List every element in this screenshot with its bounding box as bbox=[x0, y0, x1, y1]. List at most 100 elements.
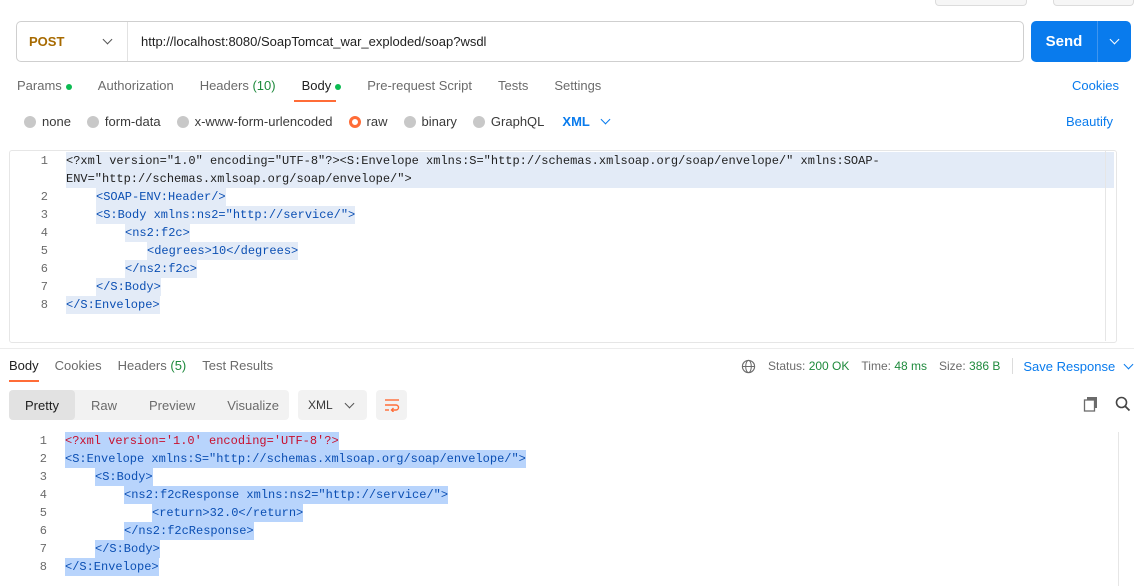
line-number: 8 bbox=[40, 298, 48, 312]
globe-icon[interactable] bbox=[741, 359, 756, 374]
chevron-down-icon bbox=[344, 398, 355, 408]
response-actions bbox=[1083, 396, 1131, 412]
editor-scrollbar[interactable] bbox=[1105, 151, 1116, 341]
code-text: </S:Envelope> bbox=[65, 558, 159, 576]
code-text: <?xml version='1.0' encoding='UTF-8'?> bbox=[65, 432, 339, 450]
search-icon[interactable] bbox=[1115, 396, 1131, 412]
request-tabs: Params Authorization Headers (10) Body P… bbox=[17, 78, 601, 93]
view-tab-raw[interactable]: Raw bbox=[75, 390, 133, 420]
tab-params[interactable]: Params bbox=[17, 78, 72, 93]
response-view-tabs: Pretty Raw Preview Visualize bbox=[9, 390, 289, 420]
body-type-selector: none form-data x-www-form-urlencoded raw… bbox=[24, 114, 611, 129]
radio-none[interactable]: none bbox=[24, 114, 71, 129]
radio-circle bbox=[472, 115, 485, 128]
size-label: Size: bbox=[939, 359, 966, 373]
code-text: <?xml version="1.0" encoding="UTF-8"?><S… bbox=[66, 152, 1114, 188]
code-text: <SOAP-ENV:Header/> bbox=[96, 188, 226, 206]
response-format-select[interactable]: XML bbox=[298, 390, 367, 420]
code-text: <S:Envelope xmlns:S="http://schemas.xmls… bbox=[65, 450, 526, 468]
line-number: 1 bbox=[40, 154, 48, 168]
response-divider[interactable] bbox=[0, 348, 1134, 349]
code-text: </S:Envelope> bbox=[66, 296, 160, 314]
radio-urlencoded-label: x-www-form-urlencoded bbox=[194, 114, 333, 129]
save-response-label: Save Response bbox=[1023, 358, 1116, 374]
cookies-link[interactable]: Cookies bbox=[1072, 78, 1119, 93]
method-label: POST bbox=[29, 34, 65, 49]
response-status-bar: Status: 200 OK Time: 48 ms Size: 386 B S… bbox=[741, 358, 1134, 374]
radio-circle bbox=[24, 115, 36, 128]
radio-binary-label: binary bbox=[421, 114, 457, 129]
tab-body[interactable]: Body bbox=[302, 78, 342, 93]
time-info[interactable]: Time: 48 ms bbox=[861, 359, 927, 373]
radio-none-label: none bbox=[42, 114, 71, 129]
response-tab-cookies[interactable]: Cookies bbox=[55, 358, 102, 373]
line-number: 1 bbox=[39, 434, 47, 448]
radio-circle bbox=[403, 115, 416, 128]
chevron-down-icon bbox=[1109, 34, 1120, 45]
send-button[interactable]: Send bbox=[1031, 21, 1097, 62]
code-text: </ns2:f2c> bbox=[125, 260, 198, 278]
radio-circle bbox=[86, 115, 99, 128]
code-text: <S:Body> bbox=[95, 468, 153, 486]
wrap-lines-button[interactable] bbox=[376, 390, 407, 420]
tab-headers-label: Headers bbox=[199, 78, 249, 93]
tab-pre-request-script[interactable]: Pre-request Script bbox=[367, 78, 472, 93]
chevron-down-icon bbox=[102, 34, 113, 45]
tab-authorization[interactable]: Authorization bbox=[98, 78, 174, 93]
code-text: <ns2:f2c> bbox=[125, 224, 190, 242]
request-url-bar: POST bbox=[16, 21, 1024, 62]
tab-settings[interactable]: Settings bbox=[554, 78, 601, 93]
response-tab-body[interactable]: Body bbox=[9, 358, 39, 373]
copy-icon[interactable] bbox=[1083, 396, 1099, 412]
url-input[interactable] bbox=[128, 22, 1023, 61]
response-tab-test-results[interactable]: Test Results bbox=[202, 358, 273, 373]
line-number: 4 bbox=[40, 226, 48, 240]
response-scrollbar[interactable] bbox=[1118, 432, 1129, 586]
radio-binary[interactable]: binary bbox=[403, 114, 457, 129]
response-tab-headers[interactable]: Headers (5) bbox=[118, 358, 187, 373]
response-headers-count: (5) bbox=[170, 358, 187, 373]
radio-form-data-label: form-data bbox=[104, 114, 161, 129]
line-number: 4 bbox=[39, 488, 47, 502]
size-info[interactable]: Size: 386 B bbox=[939, 359, 1000, 373]
send-button-group: Send bbox=[1031, 21, 1131, 62]
response-tab-headers-label: Headers bbox=[117, 358, 167, 373]
radio-urlencoded[interactable]: x-www-form-urlencoded bbox=[176, 114, 333, 129]
tab-tests[interactable]: Tests bbox=[498, 78, 528, 93]
radio-circle bbox=[176, 115, 189, 128]
request-body-editor[interactable]: 1 <?xml version="1.0" encoding="UTF-8"?><… bbox=[9, 150, 1117, 343]
headers-count: (10) bbox=[252, 78, 276, 93]
view-tab-pretty[interactable]: Pretty bbox=[9, 390, 75, 420]
body-language-label: XML bbox=[562, 114, 590, 129]
top-toolbar-stub bbox=[935, 0, 1027, 6]
line-number: 7 bbox=[40, 280, 48, 294]
body-language-select[interactable]: XML bbox=[562, 114, 611, 129]
response-tabs: Body Cookies Headers (5) Test Results bbox=[9, 358, 273, 373]
send-options-button[interactable] bbox=[1097, 21, 1131, 62]
params-indicator-dot bbox=[65, 83, 72, 90]
method-select[interactable]: POST bbox=[17, 22, 128, 61]
line-number: 8 bbox=[39, 560, 47, 574]
status-value: 200 OK bbox=[808, 359, 850, 373]
radio-graphql-label: GraphQL bbox=[490, 114, 545, 129]
radio-raw-label: raw bbox=[366, 114, 388, 129]
size-value: 386 B bbox=[969, 359, 1001, 373]
code-text: <ns2:f2cResponse xmlns:ns2="http://servi… bbox=[124, 486, 449, 504]
line-number: 3 bbox=[39, 470, 47, 484]
view-tab-visualize[interactable]: Visualize bbox=[211, 390, 295, 420]
time-value: 48 ms bbox=[894, 359, 927, 373]
response-body-viewer[interactable]: 1 <?xml version='1.0' encoding='UTF-8'?> … bbox=[9, 430, 1129, 586]
radio-raw[interactable]: raw bbox=[348, 114, 388, 129]
body-indicator-dot bbox=[335, 83, 342, 90]
active-tab-underline bbox=[294, 100, 336, 102]
status-info[interactable]: Status: 200 OK bbox=[768, 359, 849, 373]
view-tab-preview[interactable]: Preview bbox=[133, 390, 211, 420]
radio-form-data[interactable]: form-data bbox=[86, 114, 161, 129]
line-number: 6 bbox=[39, 524, 47, 538]
radio-circle-selected bbox=[348, 115, 361, 128]
tab-headers[interactable]: Headers (10) bbox=[200, 78, 276, 93]
radio-graphql[interactable]: GraphQL bbox=[472, 114, 545, 129]
save-response-button[interactable]: Save Response bbox=[1023, 358, 1134, 374]
beautify-button[interactable]: Beautify bbox=[1066, 114, 1113, 129]
line-number: 5 bbox=[40, 244, 48, 258]
